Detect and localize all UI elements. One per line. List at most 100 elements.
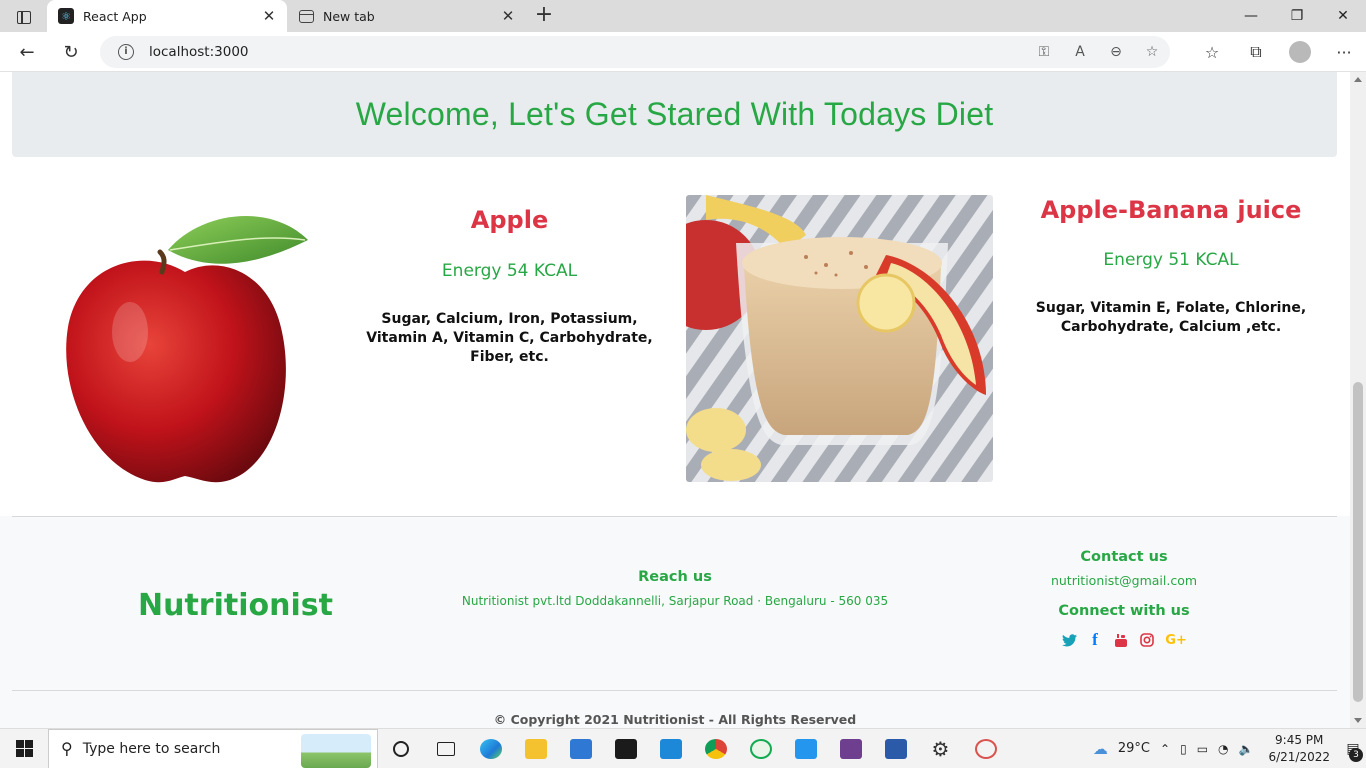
youtube-icon[interactable] <box>1113 632 1129 648</box>
tab-actions-button[interactable] <box>10 7 38 27</box>
weather-icon[interactable]: ☁ <box>1093 740 1108 758</box>
mail-icon[interactable] <box>558 729 603 768</box>
restore-button[interactable]: ❐ <box>1274 0 1320 32</box>
favorites-icon[interactable]: ☆ <box>1190 36 1234 68</box>
scrollbar-thumb[interactable] <box>1353 382 1363 702</box>
settings-icon[interactable]: ⚙ <box>918 729 963 768</box>
device-icon[interactable]: ▯ <box>1180 742 1187 756</box>
food-nutrients: Sugar, Calcium, Iron, Potassium, Vitamin… <box>366 311 653 365</box>
clock-time: 9:45 PM <box>1275 732 1324 747</box>
windows-logo-icon <box>15 740 33 757</box>
contact-us-title: Contact us <box>1080 549 1168 565</box>
food-energy: Energy 51 KCAL <box>1103 250 1239 270</box>
tab-strip: ⚛ React App ✕ New tab ✕ + — ❐ ✕ <box>0 0 1366 32</box>
address-bar[interactable]: i localhost:3000 ⚿ A ⊖ ☆ <box>100 36 1170 68</box>
more-menu-icon[interactable]: ··· <box>1322 36 1366 68</box>
snipping-tool-icon[interactable] <box>963 729 1008 768</box>
reach-us-section: Reach us Nutritionist pvt.ltd Doddakanne… <box>420 569 930 608</box>
cortana-icon[interactable] <box>378 729 423 768</box>
refresh-button[interactable]: ↻ <box>56 38 86 66</box>
apple-image <box>66 216 308 483</box>
divider <box>12 516 1337 517</box>
reach-us-title: Reach us <box>638 569 712 585</box>
docker-icon[interactable] <box>783 729 828 768</box>
taskbar-search-placeholder[interactable]: Type here to search <box>83 741 221 757</box>
profile-button[interactable] <box>1278 36 1322 68</box>
file-explorer-icon[interactable] <box>513 729 558 768</box>
navigation-bar: ← ↻ i localhost:3000 ⚿ A ⊖ ☆ ☆ ⧉ ··· <box>0 32 1366 72</box>
volume-icon[interactable]: 🔈 <box>1239 742 1254 756</box>
zoom-icon[interactable]: ⊖ <box>1098 44 1134 60</box>
site-info-icon[interactable]: i <box>118 44 134 60</box>
copyright: © Copyright 2021 Nutritionist - All Righ… <box>493 712 857 727</box>
powershell-icon[interactable] <box>873 729 918 768</box>
tab-new-tab[interactable]: New tab ✕ <box>288 0 526 32</box>
weather-temperature[interactable]: 29°C <box>1118 741 1150 756</box>
welcome-jumbotron: Welcome, Let's Get Stared With Todays Di… <box>12 72 1337 157</box>
apple-banana-juice-image <box>686 195 993 482</box>
taskbar-search[interactable]: ⚲ Type here to search <box>48 728 378 768</box>
edge-icon[interactable] <box>468 729 513 768</box>
new-tab-page-icon <box>299 9 314 23</box>
page-viewport: Welcome, Let's Get Stared With Todays Di… <box>0 72 1350 728</box>
close-tab-icon[interactable]: ✕ <box>498 7 518 25</box>
twitter-icon[interactable] <box>1061 632 1077 648</box>
footer: Nutritionist Reach us Nutritionist pvt.l… <box>0 516 1350 728</box>
new-tab-button[interactable]: + <box>532 4 556 28</box>
food-card-apple-banana-juice: Apple-Banana juice Energy 51 KCAL Sugar,… <box>1015 196 1327 337</box>
clock-date: 6/21/2022 <box>1268 749 1330 764</box>
sidebar-icon <box>17 10 31 24</box>
windows-taskbar: ⚲ Type here to search ⚙ ☁ 29°C ⌃ ▯ ▭ ◔ 🔈… <box>0 728 1366 768</box>
food-name: Apple <box>470 206 549 234</box>
food-name: Apple-Banana juice <box>1040 196 1302 224</box>
social-links: f G+ <box>1024 630 1224 649</box>
scroll-down-arrow[interactable] <box>1354 718 1362 723</box>
page-scrollbar[interactable] <box>1350 72 1366 728</box>
mongodb-icon[interactable] <box>738 729 783 768</box>
tab-title: React App <box>83 8 147 24</box>
welcome-heading: Welcome, Let's Get Stared With Todays Di… <box>355 96 994 132</box>
add-favorite-icon[interactable]: ☆ <box>1134 44 1170 60</box>
search-highlight-image <box>301 733 371 768</box>
address-url[interactable]: localhost:3000 <box>149 44 1026 60</box>
browser-toolbar: ☆ ⧉ ··· <box>1190 36 1366 68</box>
back-button[interactable]: ← <box>12 38 42 66</box>
terminal-icon[interactable] <box>603 729 648 768</box>
footer-brand: Nutritionist <box>138 588 333 623</box>
collections-icon[interactable]: ⧉ <box>1234 36 1278 68</box>
task-view-icon[interactable] <box>423 729 468 768</box>
search-icon: ⚲ <box>61 739 73 758</box>
notification-count: 3 <box>1349 747 1363 762</box>
tab-react-app[interactable]: ⚛ React App ✕ <box>47 0 287 32</box>
vscode-icon[interactable] <box>648 729 693 768</box>
google-plus-icon[interactable]: G+ <box>1165 632 1187 648</box>
wifi-icon[interactable]: ◔ <box>1218 742 1228 756</box>
battery-icon[interactable]: ▭ <box>1197 742 1208 756</box>
divider <box>12 690 1337 691</box>
close-tab-icon[interactable]: ✕ <box>259 7 279 25</box>
read-aloud-icon[interactable]: A <box>1062 44 1098 60</box>
react-icon: ⚛ <box>58 8 74 24</box>
close-window-button[interactable]: ✕ <box>1320 0 1366 32</box>
scroll-up-arrow[interactable] <box>1354 77 1362 82</box>
contact-section: Contact us nutritionist@gmail.com Connec… <box>1024 549 1224 649</box>
facebook-icon[interactable]: f <box>1087 630 1103 649</box>
reach-us-address: Nutritionist pvt.ltd Doddakannelli, Sarj… <box>461 594 889 608</box>
food-nutrients: Sugar, Vitamin E, Folate, Chlorine, Carb… <box>1035 300 1307 335</box>
key-icon[interactable]: ⚿ <box>1026 44 1062 60</box>
app-icon[interactable] <box>828 729 873 768</box>
system-tray: ☁ 29°C ⌃ ▯ ▭ ◔ 🔈 9:45 PM 6/21/2022 ▤ 3 <box>1088 729 1366 768</box>
start-button[interactable] <box>0 729 48 768</box>
instagram-icon[interactable] <box>1139 632 1155 648</box>
notification-center-icon[interactable]: ▤ 3 <box>1340 738 1366 762</box>
minimize-button[interactable]: — <box>1228 0 1274 32</box>
contact-email-link[interactable]: nutritionist@gmail.com <box>1024 573 1224 588</box>
clock[interactable]: 9:45 PM 6/21/2022 <box>1268 732 1330 766</box>
show-hidden-icons-icon[interactable]: ⌃ <box>1160 742 1170 756</box>
tab-title: New tab <box>323 8 375 24</box>
food-card-apple: Apple Energy 54 KCAL Sugar, Calcium, Iro… <box>352 202 667 367</box>
connect-title: Connect with us <box>1058 603 1190 619</box>
food-energy: Energy 54 KCAL <box>441 261 578 281</box>
window-controls: — ❐ ✕ <box>1228 0 1366 32</box>
chrome-icon[interactable] <box>693 729 738 768</box>
